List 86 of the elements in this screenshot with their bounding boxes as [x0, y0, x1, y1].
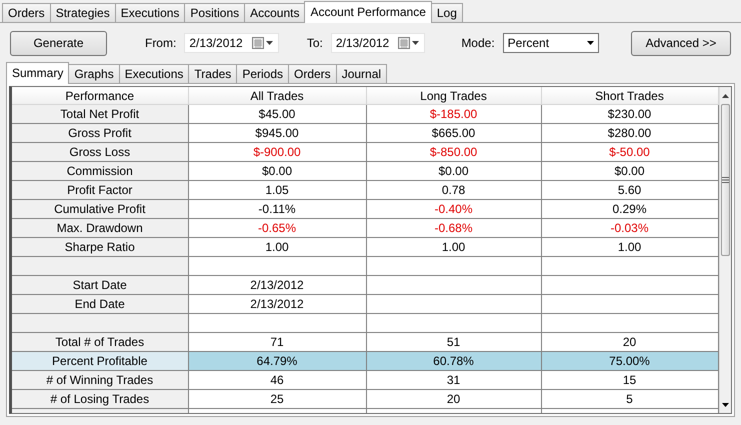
table-cell: -0.65% [188, 218, 366, 238]
mode-dropdown[interactable]: Percent [502, 33, 599, 53]
table-cell: 1.05 [188, 180, 366, 200]
table-cell: 51 [366, 332, 541, 352]
grip-icon [722, 177, 729, 183]
table-cell: 15 [541, 370, 718, 390]
table-cell: 46 [188, 370, 366, 390]
row-header[interactable]: Percent Profitable [12, 352, 188, 370]
table-cell: -0.11% [188, 200, 366, 218]
row-header[interactable]: # of Winning Trades [12, 370, 188, 390]
table-cell: $230.00 [541, 104, 718, 124]
table-cell: $945.00 [188, 124, 366, 142]
table-cell: -0.03% [541, 218, 718, 238]
generate-button[interactable]: Generate [10, 30, 107, 56]
tab[interactable]: Periods [236, 64, 289, 83]
table-cell: $280.00 [541, 124, 718, 142]
row-header[interactable]: Start Date [12, 276, 188, 294]
table-cell: $45.00 [188, 104, 366, 124]
column-header[interactable]: All Trades [188, 87, 366, 104]
table-cell: $0.00 [541, 162, 718, 180]
table-cell: $-50.00 [541, 142, 718, 162]
advanced-button[interactable]: Advanced >> [631, 30, 731, 56]
table-cell: 5.60 [541, 180, 718, 200]
table-cell: 1.00 [541, 238, 718, 256]
row-header[interactable]: End Date [12, 294, 188, 314]
tab[interactable]: Journal [336, 64, 388, 83]
row-header[interactable]: Max. Drawdown [12, 218, 188, 238]
table-cell: 2/13/2012 [188, 276, 366, 294]
tab[interactable]: Orders [2, 3, 51, 22]
row-header[interactable]: # of Losing Trades [12, 390, 188, 408]
table-cell: $-185.00 [366, 104, 541, 124]
table-cell: $0.00 [188, 162, 366, 180]
table-cell: 60.78% [366, 352, 541, 370]
tab[interactable]: Account Performance [304, 1, 432, 23]
row-header[interactable]: Total Net Profit [12, 104, 188, 124]
table-cell: 0.78 [366, 180, 541, 200]
scroll-up-icon[interactable] [722, 94, 729, 98]
column-header[interactable]: Short Trades [541, 87, 718, 104]
table-cell: 64.79% [188, 352, 366, 370]
tab[interactable]: Summary [6, 62, 70, 84]
row-header[interactable]: Cumulative Profit [12, 200, 188, 218]
mode-label: Mode: [461, 36, 495, 50]
table-cell: $0.00 [366, 162, 541, 180]
table-cell: $-900.00 [188, 142, 366, 162]
table-cell: 20 [541, 332, 718, 352]
table-cell: 71 [188, 332, 366, 352]
tab[interactable]: Positions [184, 3, 246, 22]
table-cell: 20 [366, 390, 541, 408]
from-label: From: [144, 36, 176, 50]
scrollbar[interactable] [718, 87, 731, 413]
table-cell: $-850.00 [366, 142, 541, 162]
table-cell: 1.00 [188, 238, 366, 256]
table-cell: -0.68% [366, 218, 541, 238]
scroll-down-icon [722, 402, 729, 406]
column-header[interactable]: Long Trades [366, 87, 541, 104]
tab[interactable]: Accounts [244, 3, 306, 22]
tab[interactable]: Graphs [68, 64, 120, 83]
row-header[interactable]: Sharpe Ratio [12, 238, 188, 256]
table-cell: 5 [541, 390, 718, 408]
table-cell: $665.00 [366, 124, 541, 142]
to-label: To: [306, 36, 323, 50]
table-cell: 2/13/2012 [188, 294, 366, 314]
tab[interactable]: Orders [288, 64, 337, 83]
to-date-field[interactable]: 2/13/2012 [330, 33, 426, 53]
tab[interactable]: Log [430, 3, 463, 22]
tab[interactable]: Executions [114, 3, 186, 22]
tab[interactable]: Executions [118, 64, 190, 83]
row-header[interactable]: Profit Factor [12, 180, 188, 200]
table-cell: 1.00 [366, 238, 541, 256]
calendar-icon[interactable] [398, 37, 420, 49]
tab[interactable]: Trades [188, 64, 238, 83]
scroll-thumb[interactable] [720, 104, 730, 256]
from-date-field[interactable]: 2/13/2012 [184, 33, 279, 53]
table-cell: 25 [188, 390, 366, 408]
tab[interactable]: Strategies [50, 3, 116, 22]
row-header[interactable]: Gross Profit [12, 124, 188, 142]
table-cell: 31 [366, 370, 541, 390]
calendar-icon[interactable] [252, 37, 274, 49]
row-header[interactable]: Commission [12, 162, 188, 180]
row-header[interactable]: Gross Loss [12, 142, 188, 162]
caret-icon [587, 41, 594, 45]
table-cell: 0.29% [541, 200, 718, 218]
row-header[interactable]: Total # of Trades [12, 332, 188, 352]
table-cell: 75.00% [541, 352, 718, 370]
column-header[interactable]: Performance [12, 87, 188, 104]
table-cell: -0.40% [366, 200, 541, 218]
